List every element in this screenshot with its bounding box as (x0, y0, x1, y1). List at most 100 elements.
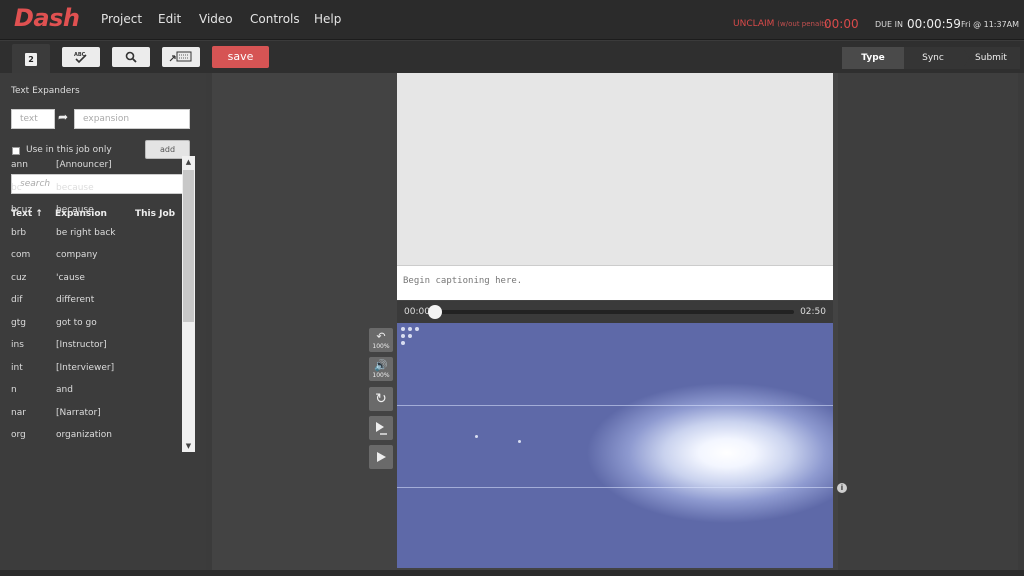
list-item[interactable]: n and (0, 381, 182, 404)
video-line (397, 405, 833, 406)
text-input[interactable]: text (11, 109, 55, 129)
row-text: ann (11, 160, 28, 170)
menu-controls[interactable]: Controls (250, 12, 300, 26)
rewind-rate-button[interactable]: ↶ 100% (369, 328, 393, 352)
expander-doc-icon: 2 (25, 52, 37, 66)
video-dot (401, 341, 405, 345)
scroll-down-icon[interactable]: ▼ (182, 440, 195, 452)
unclaim-sub-label: (w/out penalty) (777, 20, 831, 28)
replay-button[interactable]: ↻ (369, 387, 393, 411)
row-text: bc (11, 182, 22, 193)
save-button[interactable]: save (212, 46, 269, 68)
scroll-thumb[interactable] (183, 170, 194, 322)
play-icon (377, 452, 386, 462)
list-item[interactable]: bcuz because (0, 201, 182, 224)
panel-title: Text Expanders (11, 86, 80, 96)
replay-icon: ↻ (375, 391, 387, 407)
row-text: cuz (11, 272, 27, 283)
list-item[interactable]: dif different (0, 291, 182, 314)
row-expansion: [Interviewer] (56, 362, 115, 373)
video-dot (401, 327, 405, 331)
info-icon[interactable]: i (837, 483, 847, 493)
current-time: 00:00 (404, 307, 430, 317)
list-item[interactable]: cuz 'cause (0, 269, 182, 292)
play-segment-icon (376, 422, 387, 435)
text-expander-tab[interactable]: 2 (12, 44, 50, 74)
player-timeline: 00:00 02:50 (397, 301, 833, 323)
list-scrollbar[interactable]: ▲ ▼ (182, 156, 195, 452)
right-panel (838, 73, 1018, 570)
row-expansion: different (56, 295, 95, 305)
list-item[interactable]: com company (0, 246, 182, 269)
list-item[interactable]: int [Interviewer] (0, 359, 182, 382)
row-text: org (11, 430, 26, 440)
video-line (397, 487, 833, 488)
unclaim-link[interactable]: UNCLAIM (w/out penalty) (733, 19, 831, 29)
rewind-rate: 100% (372, 342, 390, 350)
row-text: ins (11, 340, 24, 350)
video-speck (518, 440, 521, 443)
row-text: gtg (11, 317, 26, 328)
video-dot (401, 334, 405, 338)
step-submit[interactable]: Submit (962, 47, 1020, 69)
list-item[interactable]: brb be right back (0, 224, 182, 247)
list-item[interactable]: gtg got to go (0, 314, 182, 337)
tool-row: 2 ABC save Type Sync Submit (0, 41, 1024, 74)
play-segment-button[interactable] (369, 416, 393, 440)
due-label: DUE IN (875, 20, 903, 29)
row-text: int (11, 362, 23, 373)
volume-icon: 🔊 (374, 358, 388, 372)
row-text: nar (11, 407, 26, 418)
row-text: bcuz (11, 205, 33, 215)
volume-level: 100% (372, 371, 390, 379)
row-expansion: got to go (56, 317, 97, 328)
row-expansion: because (56, 205, 94, 215)
play-button[interactable] (369, 445, 393, 469)
row-expansion: [Announcer] (56, 160, 112, 170)
arrow-right-icon: ➦ (58, 110, 69, 124)
spellcheck-button[interactable]: ABC (62, 47, 100, 67)
menu-project[interactable]: Project (101, 12, 142, 26)
row-expansion: company (56, 250, 98, 260)
list-item[interactable]: ann [Announcer] (0, 156, 182, 179)
menu-help[interactable]: Help (314, 12, 341, 26)
caption-placeholder: Begin captioning here. (403, 276, 523, 286)
menu-edit[interactable]: Edit (158, 12, 181, 26)
this-job-only-checkbox[interactable] (12, 147, 20, 155)
row-expansion: and (56, 385, 73, 395)
row-text: com (11, 250, 31, 260)
menu-video[interactable]: Video (199, 12, 233, 26)
row-text: n (11, 385, 17, 395)
step-sync[interactable]: Sync (904, 47, 962, 69)
expander-list: ann [Announcer] bc because bcuz because brb… (0, 156, 182, 452)
duration: 02:50 (800, 307, 826, 317)
list-item[interactable]: org organization (0, 426, 182, 449)
scroll-up-icon[interactable]: ▲ (182, 156, 195, 168)
keyboard-shortcuts-button[interactable] (162, 47, 200, 67)
list-item[interactable]: ins [Instructor] (0, 336, 182, 359)
row-expansion: 'cause (56, 272, 85, 283)
list-item[interactable]: nar [Narrator] (0, 404, 182, 427)
video-dot (415, 327, 419, 331)
video-dot (408, 327, 412, 331)
due-date: Fri @ 11:37AM (961, 20, 1020, 29)
expansion-input[interactable]: expansion (74, 109, 190, 129)
top-menu-bar: Dash Project Edit Video Controls Help UN… (0, 0, 1024, 40)
rewind-icon: ↶ (376, 329, 386, 343)
seek-track[interactable] (437, 310, 794, 314)
row-expansion: because (56, 182, 94, 193)
row-expansion: organization (56, 430, 112, 440)
step-type[interactable]: Type (842, 47, 904, 69)
checkbox-label: Use in this job only (26, 145, 112, 155)
search-button[interactable] (112, 47, 150, 67)
list-item[interactable]: bc because (0, 179, 182, 202)
due-timer: 00:00:59 (907, 17, 961, 31)
volume-button[interactable]: 🔊 100% (369, 357, 393, 381)
row-expansion: [Narrator] (56, 407, 101, 418)
seek-knob[interactable] (428, 305, 442, 319)
keyboard-icon (169, 51, 192, 62)
caption-editor[interactable]: Begin captioning here. (397, 265, 833, 300)
search-icon (125, 51, 137, 63)
video-frame[interactable] (397, 323, 833, 568)
unclaim-label: UNCLAIM (733, 19, 775, 29)
